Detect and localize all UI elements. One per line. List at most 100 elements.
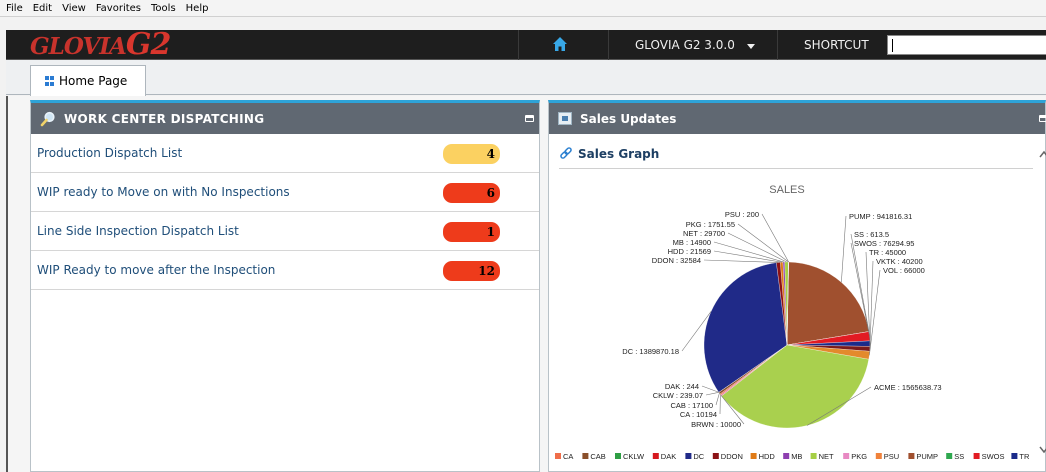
divider: [608, 30, 609, 60]
legend-swatch-pkg: [843, 453, 850, 459]
slice-label-mb: MB : 14900: [673, 238, 711, 247]
slice-label-dak: DAK : 244: [665, 382, 699, 391]
tab-strip: Home Page: [6, 60, 1046, 96]
pie-slice-pump: [786, 261, 870, 346]
legend-label-ddon: DDON: [721, 452, 743, 461]
work-center-dispatching-panel: WORK CENTER DISPATCHING Production Dispa…: [30, 100, 540, 472]
panel-title: Sales Updates: [580, 111, 677, 126]
legend-swatch-ca: [555, 453, 561, 459]
dispatch-row[interactable]: WIP ready to Move on with No Inspections…: [31, 173, 539, 212]
sales-updates-panel: Sales Updates Sales Graph SALES PUMP : 94…: [548, 100, 1046, 472]
legend-swatch-ss: [946, 453, 953, 459]
legend-label-ss: SS: [954, 452, 964, 461]
report-icon: [558, 112, 572, 125]
legend-swatch-psu: [875, 453, 882, 459]
leader-line: [761, 213, 789, 263]
shortcut-input[interactable]: [887, 35, 1046, 55]
legend-swatch-swos: [973, 453, 980, 459]
slice-label-cklw: CKLW : 239.07: [653, 391, 703, 400]
legend-label-cab: CAB: [590, 452, 605, 461]
tab-label: Home Page: [59, 74, 128, 88]
legend-label-dc: DC: [693, 452, 704, 461]
dispatch-label: Production Dispatch List: [37, 146, 183, 160]
slice-label-tr: TR : 45000: [869, 248, 906, 257]
dispatch-label: WIP ready to Move on with No Inspections: [37, 185, 290, 199]
legend-label-psu: PSU: [884, 452, 899, 461]
legend-label-swos: SWOS: [982, 452, 1005, 461]
leader-line: [841, 215, 847, 283]
count-badge: 6: [443, 183, 500, 203]
legend-swatch-cab: [582, 453, 589, 459]
leader-line: [703, 259, 779, 263]
scrollbar[interactable]: [1037, 143, 1046, 463]
slice-label-pump: PUMP : 941816.31: [849, 212, 912, 221]
legend-label-net: NET: [819, 452, 834, 461]
leader-line: [713, 241, 784, 263]
divider: [777, 30, 778, 60]
menu-edit[interactable]: Edit: [33, 3, 52, 14]
legend-swatch-net: [810, 453, 817, 459]
minimize-icon[interactable]: [525, 115, 534, 122]
slice-label-acme: ACME : 1565638.73: [874, 383, 942, 392]
text-cursor: [892, 39, 893, 52]
slice-label-ca: CA : 10194: [680, 410, 717, 419]
panel-title: WORK CENTER DISPATCHING: [64, 111, 265, 126]
leader-line: [727, 232, 787, 263]
leader-line: [715, 393, 720, 406]
dispatch-row[interactable]: Line Side Inspection Dispatch List 1: [31, 212, 539, 251]
menu-file[interactable]: File: [6, 3, 23, 14]
slice-label-pkg: PKG : 1751.55: [686, 220, 735, 229]
menu-view[interactable]: View: [62, 3, 86, 14]
minimize-icon[interactable]: [1039, 115, 1046, 122]
tab-home-page[interactable]: Home Page: [30, 65, 146, 96]
chevron-down-icon[interactable]: [747, 44, 755, 49]
legend-swatch-mb: [783, 453, 790, 459]
sales-graph-heading: Sales Graph: [559, 147, 659, 161]
legend-label-hdd: HDD: [759, 452, 776, 461]
menu-help[interactable]: Help: [186, 3, 209, 14]
legend-label-tr: TR: [1019, 452, 1030, 461]
legend-label-pkg: PKG: [851, 452, 867, 461]
slice-label-net: NET : 29700: [683, 229, 725, 238]
legend-swatch-dc: [685, 453, 692, 459]
panel-header: Sales Updates: [549, 103, 1046, 134]
dispatch-list: Production Dispatch List 4 WIP ready to …: [31, 134, 539, 290]
search-icon: [40, 111, 55, 126]
legend-label-pump: PUMP: [916, 452, 938, 461]
leader-line: [705, 391, 719, 396]
dispatch-label: WIP Ready to move after the Inspection: [37, 263, 276, 277]
shortcut-label: SHORTCUT: [804, 38, 869, 52]
grid-icon: [45, 76, 55, 86]
chart-title: SALES: [769, 184, 804, 196]
slice-label-psu: PSU : 200: [725, 210, 759, 219]
legend-swatch-tr: [1011, 453, 1018, 459]
slice-label-vktk: VKTK : 40200: [876, 257, 923, 266]
version-dropdown[interactable]: GLOVIA G2 3.0.0: [635, 38, 735, 52]
dispatch-row[interactable]: Production Dispatch List 4: [31, 134, 539, 173]
slice-label-ss: SS : 613.5: [854, 230, 889, 239]
count-badge: 1: [443, 222, 500, 242]
link-icon: [560, 147, 572, 159]
panel-header: WORK CENTER DISPATCHING: [31, 103, 539, 134]
legend-swatch-cklw: [615, 453, 621, 459]
count-badge: 4: [443, 144, 500, 164]
slice-label-dc: DC : 1389870.18: [622, 347, 679, 356]
divider: [559, 168, 1033, 169]
dispatch-label: Line Side Inspection Dispatch List: [37, 224, 239, 238]
menu-bar: File Edit View Favorites Tools Help: [0, 0, 1046, 17]
leader-line: [869, 260, 874, 349]
home-icon[interactable]: [552, 36, 568, 52]
glovia-logo[interactable]: GLOVIAG2: [30, 30, 171, 60]
sales-pie-chart: SALES PUMP : 941816.31 SS : 613.5SWOS : 76…: [555, 184, 1030, 461]
menu-favorites[interactable]: Favorites: [96, 3, 141, 14]
graph-title: Sales Graph: [578, 147, 660, 161]
legend-swatch-pump: [908, 453, 915, 459]
slice-label-swos: SWOS : 76294.95: [854, 239, 914, 248]
slice-label-ddon: DDON : 32584: [652, 256, 701, 265]
app-header: GLOVIAG2 GLOVIA G2 3.0.0 SHORTCUT: [6, 30, 1046, 60]
menu-tools[interactable]: Tools: [151, 3, 176, 14]
slice-label-cab: CAB : 17100: [670, 401, 713, 410]
dispatch-row[interactable]: WIP Ready to move after the Inspection 1…: [31, 251, 539, 290]
legend-label-mb: MB: [791, 452, 802, 461]
legend-swatch-dak: [652, 453, 659, 459]
